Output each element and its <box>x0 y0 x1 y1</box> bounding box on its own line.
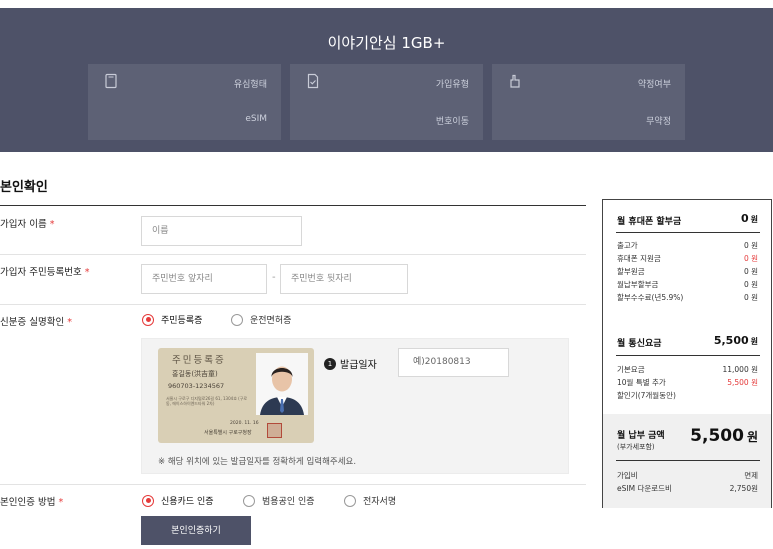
phone-installment-title: 월 휴대폰 할부금 <box>617 217 682 227</box>
section-divider <box>0 205 586 206</box>
id-card-guide-box: 주민등록증 홍길동(洪吉童) 960703-1234567 서울시 구로구 디지… <box>141 338 569 474</box>
id-card-title: 주민등록증 <box>172 355 226 366</box>
summary-item-value: 0 원 <box>743 267 758 276</box>
join-type-value: 번호이동 <box>435 117 469 127</box>
id-card-sample: 주민등록증 홍길동(洪吉童) 960703-1234567 서울시 구로구 디지… <box>158 348 314 443</box>
sim-type-card: 유심형태 eSIM <box>88 64 281 140</box>
id-card-issuer: 서울특별시 구로구청장 <box>204 430 252 436</box>
summary-item-label: 월납부할부금 <box>617 280 659 289</box>
summary-item-value: 0 원 <box>743 293 758 302</box>
radio-dot[interactable] <box>243 494 255 507</box>
summary-item-value: 0 원 <box>743 241 758 250</box>
summary-item-label: 가입비 <box>617 471 638 480</box>
telecom-fee-title: 월 통신요금 <box>617 339 662 349</box>
seal-stamp <box>267 423 282 438</box>
id-verify-label: 신분증 실명확인 * <box>0 317 72 328</box>
summary-item-label: 할부원금 <box>617 267 645 276</box>
join-type-label: 가입유형 <box>435 80 469 90</box>
verify-identity-button[interactable]: 본인인증하기 <box>141 516 251 545</box>
radio-dot[interactable] <box>344 494 356 507</box>
issue-date-note: ※ 해당 위치에 있는 발급일자를 정확하게 입력해주세요. <box>158 457 357 467</box>
issue-step-badge: 1 <box>324 358 336 370</box>
summary-item-label: 출고가 <box>617 241 638 250</box>
document-check-icon <box>307 73 319 89</box>
issue-date-input[interactable]: 예)20180813 <box>398 348 509 377</box>
contract-value: 무약정 <box>646 117 671 127</box>
radio-e-signature[interactable]: 전자서명 <box>344 494 396 507</box>
row-divider <box>0 254 586 255</box>
sim-type-value: eSIM <box>245 114 267 124</box>
radio-driver-license[interactable]: 운전면허증 <box>231 313 291 326</box>
row-divider <box>0 304 586 305</box>
auth-method-label: 본인인증 방법 * <box>0 497 64 508</box>
monthly-total-subtitle: (부가세포함) <box>617 443 655 451</box>
plan-title: 이야기안심 1GB+ <box>327 34 446 52</box>
name-label: 가입자 이름 * <box>0 219 55 230</box>
plan-banner: 이야기안심 1GB+ 유심형태 eSIM 가입유형 번호이동 약정여부 무약정 <box>0 8 773 152</box>
monthly-total-amount: 5,500 원 <box>690 426 758 446</box>
summary-divider <box>616 460 760 461</box>
id-card-date: 2020. 11. 16 <box>230 421 259 426</box>
sim-card-icon <box>105 73 117 89</box>
summary-divider <box>616 355 760 356</box>
issue-date-label: 발급일자 <box>340 360 377 371</box>
contract-label: 약정여부 <box>637 80 671 90</box>
rrn-front-input[interactable]: 주민번호 앞자리 <box>141 264 267 294</box>
summary-item-label: 할부수수료(년5.9%) <box>617 293 684 302</box>
payment-summary-panel: 월 휴대폰 할부금 0원 출고가 0 원 휴대폰 지원금 0 원 할부원금 0 … <box>602 199 772 508</box>
summary-item-label: 기본요금 <box>617 365 645 374</box>
monthly-total-title: 월 납부 금액 <box>617 431 665 441</box>
summary-item-label: eSIM 다운로드비 <box>617 484 672 493</box>
contract-card: 약정여부 무약정 <box>492 64 685 140</box>
radio-public-cert-auth[interactable]: 범용공인 인증 <box>243 494 315 507</box>
rrn-separator: - <box>272 272 276 283</box>
summary-item-label: 10월 특별 추가 <box>617 378 666 387</box>
telecom-fee-amount: 5,500 원 <box>713 334 758 347</box>
required-mark: * <box>58 497 64 508</box>
summary-item-value: 2,750원 <box>729 484 758 493</box>
summary-divider <box>616 232 760 233</box>
rrn-back-input[interactable]: 주민번호 뒷자리 <box>280 264 408 294</box>
section-title: 본인확인 <box>0 180 48 195</box>
join-type-card: 가입유형 번호이동 <box>290 64 483 140</box>
summary-item-value: 11,000 원 <box>722 365 758 374</box>
id-card-name: 홍길동(洪吉童) <box>172 370 218 378</box>
person-photo-icon <box>256 353 308 415</box>
id-card-address: 서울시 구로구 디지털로26길 61, 1304호 (구로동, 에이스하이엔드타… <box>166 396 248 406</box>
required-mark: * <box>67 317 72 328</box>
id-card-number: 960703-1234567 <box>168 382 225 390</box>
name-input[interactable]: 이름 <box>141 216 302 246</box>
radio-resident-card[interactable]: 주민등록증 <box>142 313 202 326</box>
hand-icon <box>510 74 520 88</box>
summary-item-label: 휴대폰 지원금 <box>617 254 661 263</box>
row-divider <box>0 484 586 485</box>
id-photo <box>256 353 308 415</box>
radio-credit-card-auth[interactable]: 신용카드 인증 <box>142 494 214 507</box>
summary-item-value: 0 원 <box>743 254 758 263</box>
summary-item-label: 할인기(7개월동안) <box>617 391 676 400</box>
rrn-label: 가입자 주민등록번호 * <box>0 267 90 278</box>
summary-item-value: 5,500 원 <box>727 378 758 387</box>
required-mark: * <box>84 267 90 278</box>
sim-type-label: 유심형태 <box>233 80 267 90</box>
radio-dot[interactable] <box>142 313 154 326</box>
radio-dot[interactable] <box>231 313 243 326</box>
summary-item-value: 0 원 <box>743 280 758 289</box>
phone-installment-amount: 0원 <box>740 212 758 225</box>
required-mark: * <box>49 219 55 230</box>
summary-item-value: 면제 <box>744 471 758 480</box>
radio-dot[interactable] <box>142 494 154 507</box>
